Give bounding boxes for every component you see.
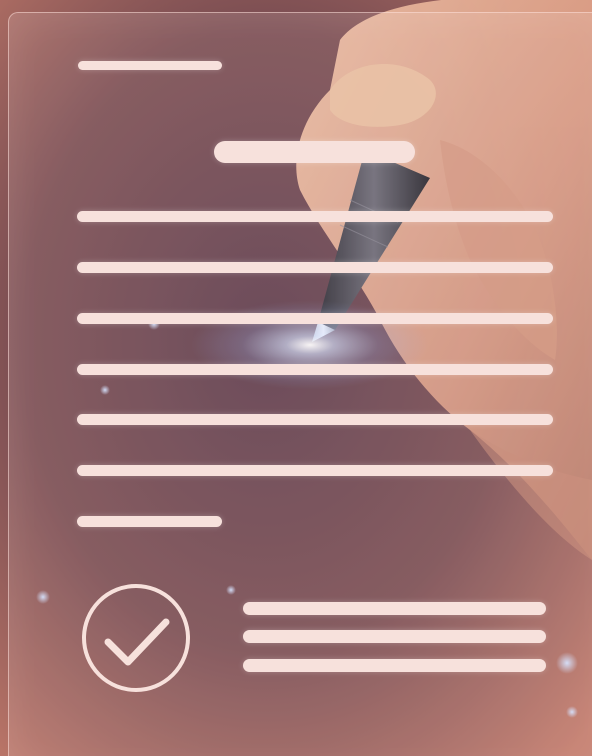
signature-line: [243, 659, 546, 672]
checkmark-circle-icon: [80, 582, 192, 694]
signature-line: [243, 630, 546, 643]
document-text-line: [77, 414, 553, 425]
document-header-line: [78, 61, 222, 70]
document-text-line-short: [77, 516, 222, 527]
document-text-line: [77, 364, 553, 375]
document-text-line: [77, 211, 553, 222]
document-text-line: [77, 262, 553, 273]
document-text-line: [77, 465, 553, 476]
signature-line: [243, 602, 546, 615]
scene: [0, 0, 592, 756]
document-text-line: [77, 313, 553, 324]
document-title-bar: [214, 141, 415, 163]
